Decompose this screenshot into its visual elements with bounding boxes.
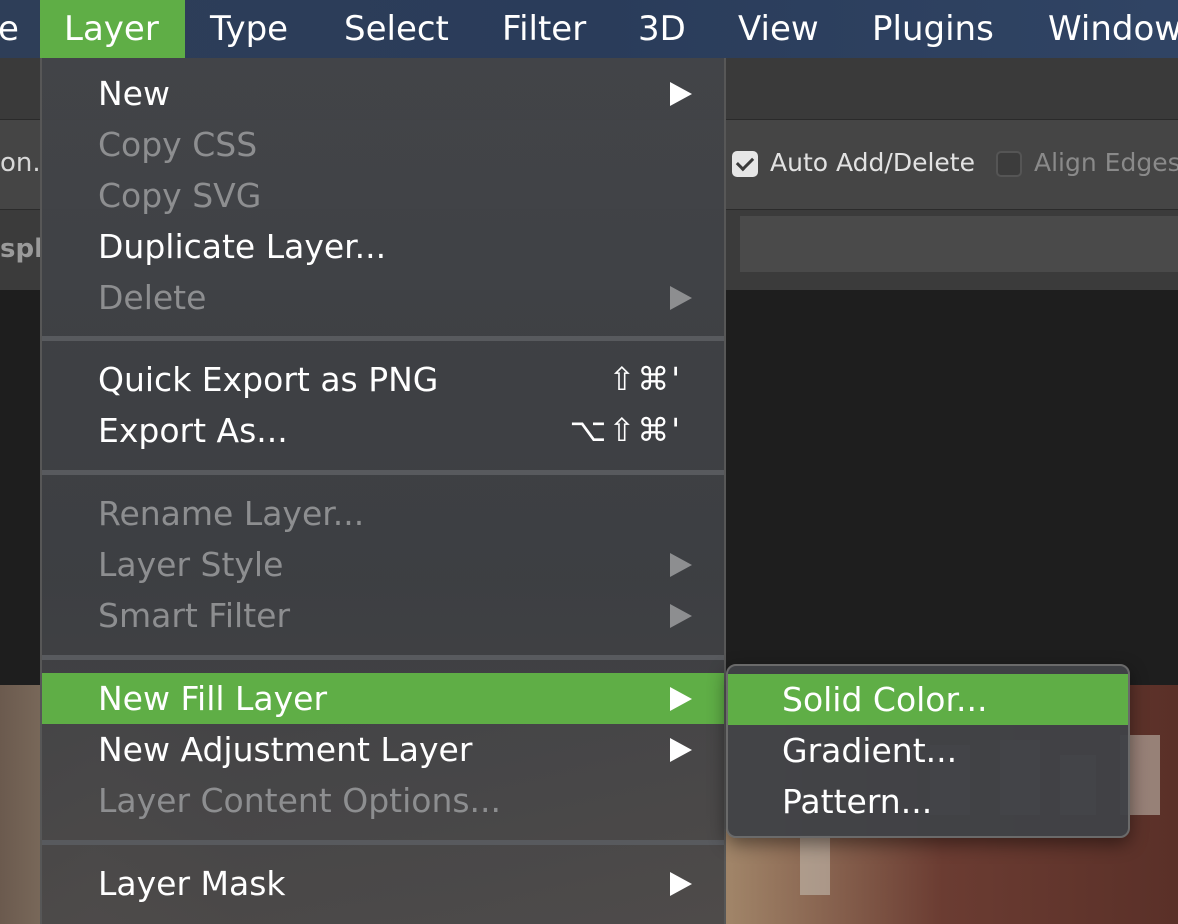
- submenu-arrow-icon: [670, 553, 692, 577]
- shortcut-export-as: ⌥⇧⌘': [569, 411, 682, 449]
- auto-add-delete-checkbox[interactable]: [732, 151, 758, 177]
- menu-item-new-fill-layer[interactable]: New Fill Layer: [42, 673, 724, 724]
- menu-item-layer-content-options[interactable]: Layer Content Options...: [42, 775, 724, 826]
- menu-item-new[interactable]: New: [42, 68, 724, 119]
- submenu-arrow-icon: [670, 872, 692, 896]
- menubar-item-3d[interactable]: 3D: [614, 0, 710, 58]
- submenu-arrow-icon: [670, 82, 692, 106]
- layer-menu: New Copy CSS Copy SVG Duplicate Layer...…: [40, 58, 726, 924]
- submenu-item-solid-color[interactable]: Solid Color...: [728, 674, 1128, 725]
- menu-item-copy-svg[interactable]: Copy SVG: [42, 170, 724, 221]
- menu-item-delete[interactable]: Delete: [42, 272, 724, 323]
- menubar-item-layer[interactable]: Layer: [40, 0, 185, 58]
- align-edges-checkbox[interactable]: [996, 151, 1022, 177]
- submenu-item-pattern[interactable]: Pattern...: [728, 776, 1128, 827]
- submenu-item-gradient[interactable]: Gradient...: [728, 725, 1128, 776]
- align-edges-label: Align Edges: [1034, 148, 1178, 177]
- submenu-arrow-icon: [670, 687, 692, 711]
- options-bar-fragment: on.: [0, 148, 41, 178]
- menu-separator: [42, 655, 724, 660]
- shortcut-quick-export: ⇧⌘': [608, 360, 682, 398]
- menu-separator: [42, 336, 724, 341]
- menu-bar: e Layer Type Select Filter 3D View Plugi…: [0, 0, 1178, 58]
- menubar-item-plugins[interactable]: Plugins: [848, 0, 1018, 58]
- menu-item-new-adjustment-layer[interactable]: New Adjustment Layer: [42, 724, 724, 775]
- menubar-item-type[interactable]: Type: [186, 0, 312, 58]
- menu-item-layer-style[interactable]: Layer Style: [42, 539, 724, 590]
- menu-separator: [42, 470, 724, 475]
- menu-item-export-as[interactable]: Export As... ⌥⇧⌘': [42, 405, 724, 456]
- menu-item-rename-layer[interactable]: Rename Layer...: [42, 488, 724, 539]
- menu-item-duplicate-layer[interactable]: Duplicate Layer...: [42, 221, 724, 272]
- submenu-arrow-icon: [670, 604, 692, 628]
- menu-item-layer-mask[interactable]: Layer Mask: [42, 858, 724, 909]
- new-fill-layer-submenu: Solid Color... Gradient... Pattern...: [726, 664, 1130, 838]
- menu-item-smart-filter[interactable]: Smart Filter: [42, 590, 724, 641]
- menubar-item-view[interactable]: View: [714, 0, 843, 58]
- menu-separator: [42, 840, 724, 845]
- submenu-arrow-icon: [670, 286, 692, 310]
- tab-area: [740, 216, 1178, 272]
- menu-item-copy-css[interactable]: Copy CSS: [42, 119, 724, 170]
- menubar-item-filter[interactable]: Filter: [478, 0, 610, 58]
- menubar-item-edit[interactable]: e: [0, 0, 43, 58]
- document-tab-fragment[interactable]: spl: [0, 234, 43, 264]
- submenu-arrow-icon: [670, 738, 692, 762]
- menubar-item-window[interactable]: Window: [1024, 0, 1178, 58]
- auto-add-delete-label: Auto Add/Delete: [770, 148, 975, 177]
- menu-item-quick-export-png[interactable]: Quick Export as PNG ⇧⌘': [42, 354, 724, 405]
- menubar-item-select[interactable]: Select: [320, 0, 473, 58]
